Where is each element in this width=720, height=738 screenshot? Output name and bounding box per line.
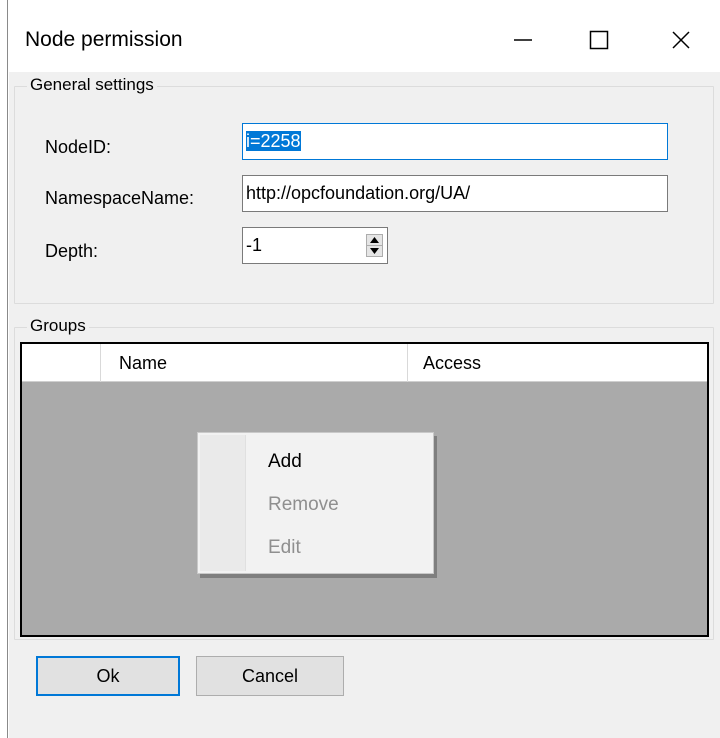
depth-value: -1 [246,235,263,255]
nodeid-selected-text: i=2258 [246,131,301,151]
spin-up-button[interactable] [367,235,382,245]
ok-button[interactable]: Ok [36,656,180,696]
context-menu-add[interactable]: Add [248,442,428,482]
context-menu: Add Remove Edit [197,432,434,574]
cancel-button[interactable]: Cancel [196,656,344,696]
groups-legend: Groups [27,316,89,336]
maximize-button[interactable] [569,14,629,66]
minimize-icon [514,39,532,41]
close-button[interactable] [651,14,711,66]
close-icon [672,31,690,49]
arrow-down-icon [370,248,379,254]
namespace-value: http://opcfoundation.org/UA/ [246,183,471,203]
namespace-label: NamespaceName: [45,188,195,208]
nodeid-label: NodeID: [45,137,112,157]
maximize-icon [589,30,609,50]
row-header-column[interactable] [22,344,101,382]
background-window-edge [0,0,8,738]
column-header-access[interactable]: Access [408,344,707,382]
depth-label: Depth: [45,241,99,261]
spin-down-button[interactable] [367,245,382,256]
context-menu-remove[interactable]: Remove [248,485,428,525]
nodeid-value: =2258 [250,131,301,151]
column-header-name[interactable]: Name [101,344,408,382]
window-title: Node permission [25,28,183,51]
nodeid-input[interactable]: i=2258 [242,123,668,160]
context-menu-icon-gutter [200,435,246,571]
depth-stepper[interactable]: -1 [242,227,388,264]
dialog-body: General settings NodeID: i=2258 Namespac… [9,72,720,738]
background-window-fragment [447,0,627,10]
grid-header: Name Access [22,344,707,382]
node-permission-dialog: Node permission General settings NodeID:… [0,0,720,738]
depth-spin-buttons[interactable] [366,234,383,257]
title-bar[interactable]: Node permission [9,0,720,72]
namespace-input[interactable]: http://opcfoundation.org/UA/ [242,175,668,212]
context-menu-edit[interactable]: Edit [248,528,428,568]
general-settings-group: General settings NodeID: i=2258 Namespac… [14,75,714,304]
general-settings-legend: General settings [27,75,157,95]
minimize-button[interactable] [493,14,553,66]
arrow-up-icon [370,237,379,243]
